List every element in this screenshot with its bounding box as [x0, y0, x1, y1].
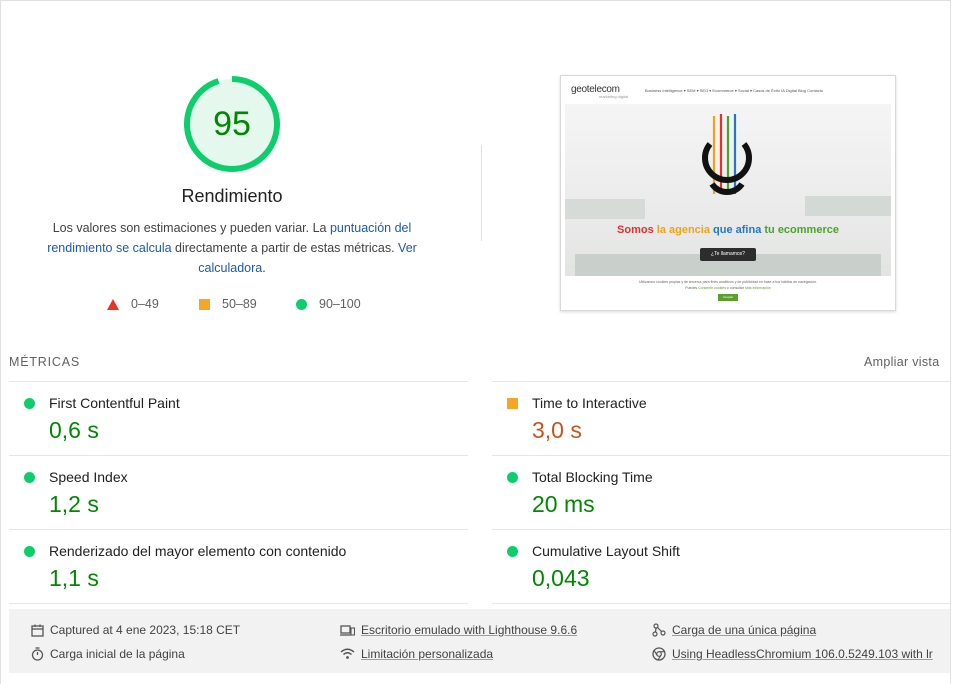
metric-value: 0,6 s — [49, 417, 99, 443]
metric-label: Speed Index — [49, 469, 128, 485]
description-text-3: . — [262, 261, 266, 275]
cookie-prefix: Puedes — [685, 286, 699, 290]
metric-value: 1,2 s — [49, 491, 99, 517]
legend-fail: 0–49 — [107, 297, 159, 311]
initial-page-load-text: Carga inicial de la página — [50, 647, 185, 661]
pass-circle-icon — [296, 298, 307, 310]
cookie-notice: Utilizamos cookies propias y de terceros… — [638, 280, 818, 284]
legend-pass-label: 90–100 — [319, 297, 361, 311]
average-square-icon — [507, 398, 518, 409]
cookie-info-link: Más información — [745, 286, 771, 290]
legend-average: 50–89 — [199, 297, 257, 311]
metric-largest-contentful-paint: Renderizado del mayor elemento con conte… — [9, 529, 449, 603]
emulated-device[interactable]: Escritorio emulado with Lighthouse 9.6.6 — [340, 623, 577, 637]
nodes-icon — [652, 623, 666, 637]
pass-circle-icon — [507, 472, 518, 483]
score-value: 95 — [213, 105, 251, 143]
legend-average-label: 50–89 — [222, 297, 257, 311]
metric-value: 3,0 s — [532, 417, 582, 443]
wifi-icon — [340, 648, 355, 659]
metric-cumulative-layout-shift: Cumulative Layout Shift 0,043 — [492, 529, 932, 603]
pass-circle-icon — [507, 546, 518, 557]
site-call-button: ¿Te llamamos? — [700, 248, 756, 261]
pass-circle-icon — [24, 472, 35, 483]
score-description: Los valores son estimaciones y pueden va… — [42, 218, 422, 278]
metric-label: Cumulative Layout Shift — [532, 543, 680, 559]
metric-speed-index: Speed Index 1,2 s — [9, 455, 449, 529]
expand-view-toggle[interactable]: Ampliar vista — [864, 355, 939, 369]
metric-label: Renderizado del mayor elemento con conte… — [49, 543, 347, 559]
legend-fail-label: 0–49 — [131, 297, 159, 311]
right-border — [950, 0, 951, 684]
pass-circle-icon — [24, 546, 35, 557]
site-tagline: Somos la agencia que afina tu ecommerce — [561, 224, 895, 236]
fail-triangle-icon — [107, 298, 119, 310]
emulated-device-text: Escritorio emulado with Lighthouse 9.6.6 — [361, 623, 578, 637]
initial-page-load: Carga inicial de la página — [31, 647, 185, 661]
single-page-session-text: Carga de una única página — [672, 623, 817, 637]
description-text-1: Los valores son estimaciones y pueden va… — [52, 221, 330, 235]
metrics-divider — [492, 603, 950, 604]
cookie-mid: o consultar — [725, 286, 746, 290]
tagline-part-2: la agencia — [656, 224, 714, 236]
calendar-icon — [31, 624, 44, 637]
metric-label: First Contentful Paint — [49, 395, 180, 411]
tagline-part-4: tu ecommerce — [764, 224, 839, 236]
left-border — [0, 0, 1, 684]
metrics-divider — [9, 603, 468, 604]
metrics-title: MÉTRICAS — [9, 355, 80, 369]
vertical-divider — [481, 145, 482, 241]
cookie-consent-link: Consentir cookies — [698, 286, 726, 290]
description-text-2: directamente a partir de estas métricas. — [171, 241, 399, 255]
site-nav: Business Intelligence ▾ SEM ▾ SEO ▾ Ecom… — [645, 88, 824, 93]
cookie-accept-button: Aceptar — [718, 294, 738, 301]
runtime-settings: Captured at 4 ene 2023, 15:18 CET Carga … — [9, 609, 950, 673]
captured-at: Captured at 4 ene 2023, 15:18 CET — [31, 623, 240, 637]
tuning-fork-logo-icon — [702, 114, 752, 195]
metric-total-blocking-time: Total Blocking Time 20 ms — [492, 455, 932, 529]
stopwatch-icon — [31, 647, 44, 661]
top-border — [0, 0, 951, 1]
metric-value: 20 ms — [532, 491, 595, 517]
browser-version[interactable]: Using HeadlessChromium 106.0.5249.103 wi… — [652, 647, 933, 661]
network-throttling-text: Limitación personalizada — [361, 647, 494, 661]
chrome-icon — [652, 647, 666, 661]
pass-circle-icon — [24, 398, 35, 409]
metric-first-contentful-paint: First Contentful Paint 0,6 s — [9, 381, 449, 455]
average-square-icon — [199, 298, 210, 310]
single-page-session[interactable]: Carga de una única página — [652, 623, 816, 637]
network-throttling[interactable]: Limitación personalizada — [340, 647, 493, 661]
metric-value: 0,043 — [532, 565, 590, 591]
score-title: Rendimiento — [181, 186, 283, 206]
browser-version-text: Using HeadlessChromium 106.0.5249.103 wi… — [672, 647, 933, 661]
devices-icon — [340, 624, 355, 636]
metric-label: Total Blocking Time — [532, 469, 653, 485]
metric-time-to-interactive: Time to Interactive 3,0 s — [492, 381, 932, 455]
metric-value: 1,1 s — [49, 565, 99, 591]
legend-pass: 90–100 — [296, 297, 361, 311]
site-logo-subtitle: marketing digital — [599, 94, 629, 99]
cookie-notice-links: Puedes Consentir cookies o consultar Más… — [561, 286, 895, 290]
captured-at-text: Captured at 4 ene 2023, 15:18 CET — [50, 623, 241, 637]
screenshot-site-header: geotelecom marketing digital Business In… — [561, 76, 895, 104]
metric-label: Time to Interactive — [532, 395, 647, 411]
tagline-part-1: Somos — [617, 224, 657, 236]
tagline-part-3: que afina — [713, 224, 765, 236]
final-screenshot[interactable]: geotelecom marketing digital Business In… — [560, 75, 896, 311]
